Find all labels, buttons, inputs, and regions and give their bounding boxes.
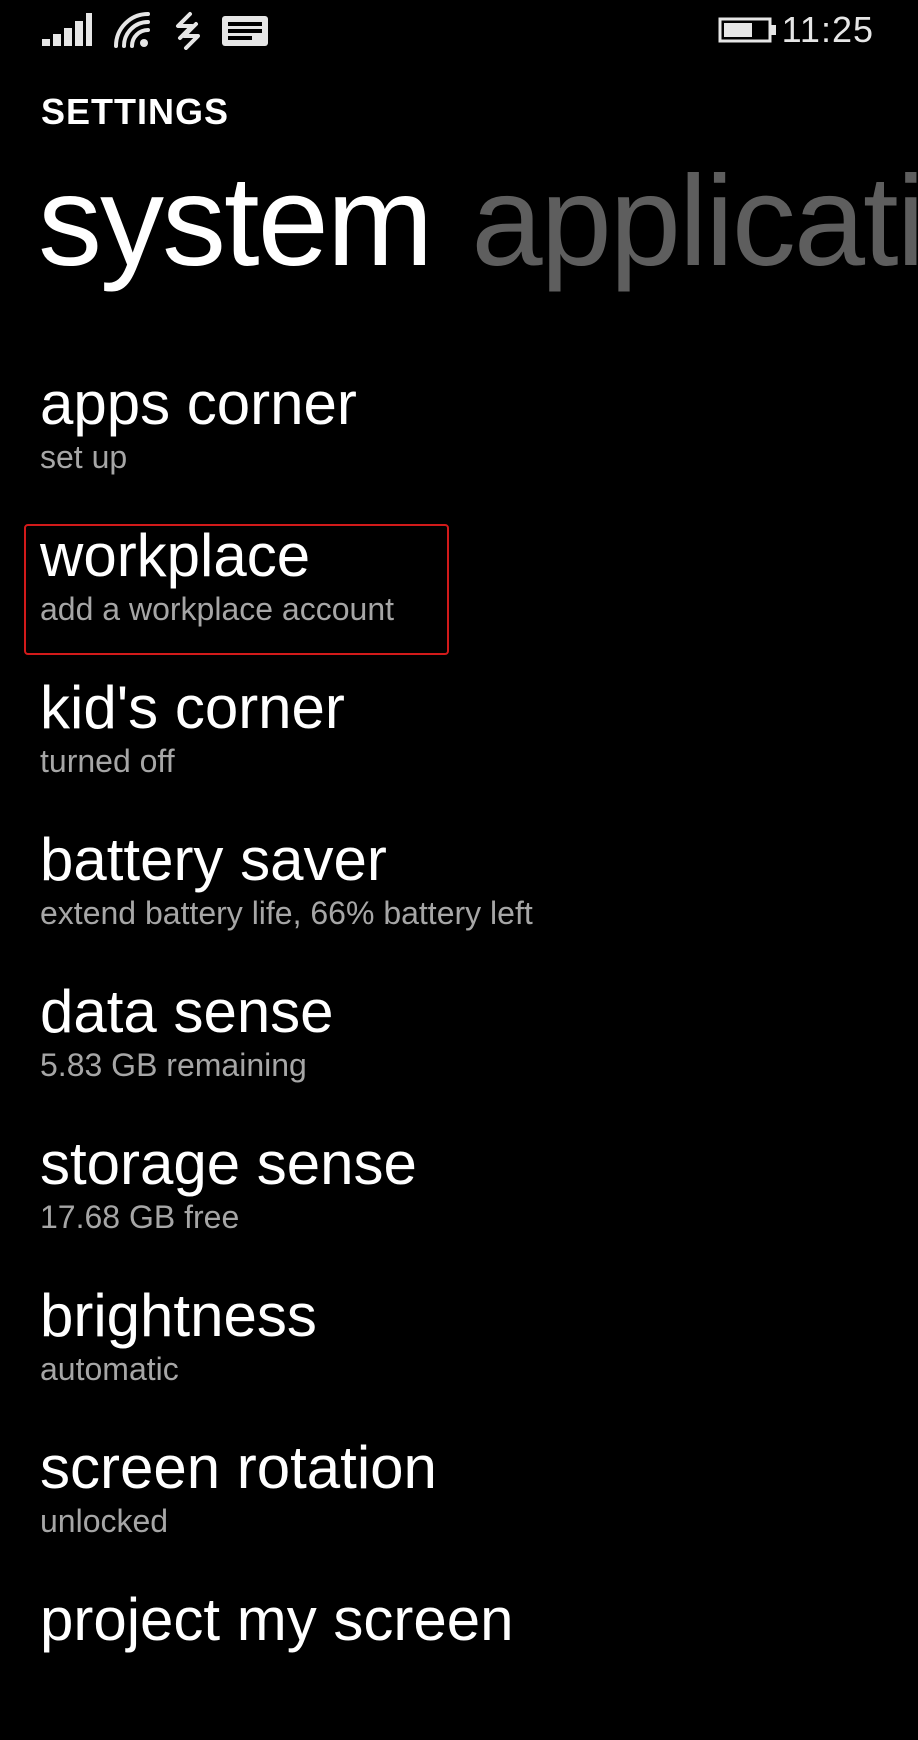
setting-kids-corner[interactable]: kid's corner turned off bbox=[0, 676, 918, 828]
setting-title: kid's corner bbox=[40, 674, 345, 741]
setting-title: project my screen bbox=[40, 1586, 514, 1653]
setting-title: battery saver bbox=[40, 826, 387, 893]
setting-title: screen rotation bbox=[40, 1434, 437, 1501]
setting-storage-sense[interactable]: storage sense 17.68 GB free bbox=[0, 1132, 918, 1284]
setting-subtitle: set up bbox=[40, 439, 128, 475]
app-title: SETTINGS bbox=[41, 91, 230, 132]
setting-title: brightness bbox=[40, 1282, 317, 1349]
tab-applications[interactable]: applicati bbox=[471, 142, 918, 302]
battery-icon bbox=[718, 17, 776, 43]
setting-subtitle: unlocked bbox=[40, 1503, 169, 1539]
setting-apps-corner[interactable]: apps corner set up bbox=[0, 372, 918, 524]
setting-brightness[interactable]: brightness automatic bbox=[0, 1284, 918, 1436]
setting-battery-saver[interactable]: battery saver extend battery life, 66% b… bbox=[0, 828, 918, 980]
pivot-header: system applicati bbox=[38, 142, 918, 302]
setting-data-sense[interactable]: data sense 5.83 GB remaining bbox=[0, 980, 918, 1132]
setting-subtitle: add a workplace account bbox=[40, 591, 394, 627]
setting-title: apps corner bbox=[40, 370, 357, 437]
status-bar: 11:25 bbox=[0, 0, 918, 62]
setting-project-my-screen[interactable]: project my screen bbox=[0, 1588, 918, 1740]
data-connection-icon bbox=[176, 12, 200, 50]
setting-subtitle: extend battery life, 66% battery left bbox=[40, 895, 533, 931]
setting-subtitle: 5.83 GB remaining bbox=[40, 1047, 307, 1083]
setting-title: data sense bbox=[40, 978, 334, 1045]
message-icon bbox=[222, 16, 268, 46]
wifi-icon bbox=[114, 12, 150, 48]
settings-list: apps corner set up workplace add a workp… bbox=[0, 372, 918, 1740]
clock: 11:25 bbox=[781, 9, 874, 50]
setting-title: storage sense bbox=[40, 1130, 417, 1197]
setting-subtitle: turned off bbox=[40, 743, 175, 779]
setting-screen-rotation[interactable]: screen rotation unlocked bbox=[0, 1436, 918, 1588]
tab-system[interactable]: system bbox=[38, 142, 433, 302]
setting-title: workplace bbox=[40, 522, 311, 589]
signal-strength-icon bbox=[42, 13, 92, 46]
setting-subtitle: automatic bbox=[40, 1351, 179, 1387]
setting-subtitle: 17.68 GB free bbox=[40, 1199, 240, 1235]
setting-workplace[interactable]: workplace add a workplace account bbox=[0, 524, 918, 676]
